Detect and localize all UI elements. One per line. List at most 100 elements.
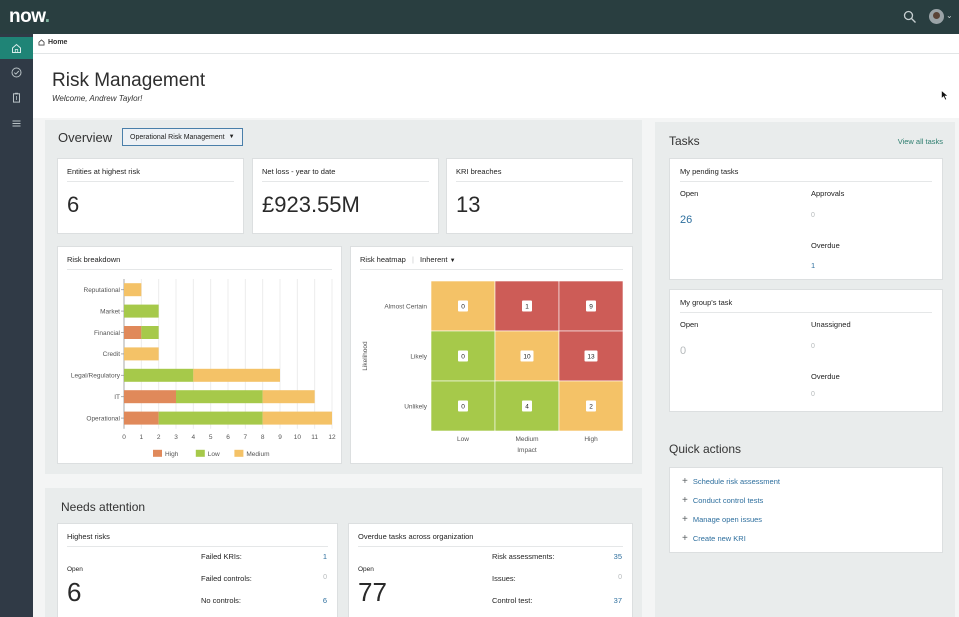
failed-kris-label: Failed KRIs: bbox=[201, 552, 242, 561]
legend-label: High bbox=[165, 451, 179, 458]
quick-action-manage-open-issues[interactable]: + Manage open issues bbox=[682, 514, 762, 525]
x-tick-label: 9 bbox=[278, 434, 282, 441]
my-pending-tasks-card: My pending tasks Open 26 Approvals 0 Ove… bbox=[669, 158, 943, 280]
plus-icon: + bbox=[682, 495, 688, 506]
quick-actions-title: Quick actions bbox=[669, 442, 742, 456]
metric-card-net-loss[interactable]: Net loss - year to date £923.55M bbox=[252, 158, 439, 234]
user-avatar[interactable] bbox=[929, 9, 944, 24]
heatmap-mode-dropdown[interactable]: Inherent ▼ bbox=[420, 255, 456, 264]
heatmap-row-label: Likely bbox=[410, 353, 427, 360]
mouse-cursor-icon bbox=[941, 90, 949, 101]
divider bbox=[360, 269, 623, 270]
my-group-tasks-card: My group's task Open 0 Unassigned 0 Over… bbox=[669, 289, 943, 412]
risk-heatmap-header: Risk heatmap | Inherent ▼ bbox=[360, 255, 456, 264]
caret-down-icon: ▼ bbox=[228, 134, 235, 140]
overdue-open-label: Open bbox=[358, 566, 374, 573]
search-icon[interactable] bbox=[903, 10, 917, 24]
x-tick-label: 5 bbox=[209, 434, 213, 441]
bar-segment-low bbox=[124, 304, 159, 318]
highest-open-value[interactable]: 6 bbox=[67, 577, 81, 608]
metric-value: 6 bbox=[67, 192, 80, 217]
bar-segment-high bbox=[124, 390, 176, 404]
overdue-tasks-title: Overdue tasks across organization bbox=[358, 532, 474, 541]
divider bbox=[358, 546, 623, 547]
heatmap-value: 0 bbox=[461, 403, 465, 410]
overdue-open-value[interactable]: 77 bbox=[358, 577, 387, 608]
overview-panel: Overview Operational Risk Management ▼ E… bbox=[45, 120, 642, 474]
bar-segment-medium bbox=[262, 390, 315, 404]
group-tasks-title: My group's task bbox=[680, 298, 733, 307]
heatmap-mode-value: Inherent bbox=[420, 255, 448, 264]
failed-controls-label: Failed controls: bbox=[201, 574, 252, 583]
failed-kris-value[interactable]: 1 bbox=[323, 552, 327, 561]
x-tick-label: 6 bbox=[226, 434, 230, 441]
pending-overdue-value[interactable]: 1 bbox=[811, 261, 815, 270]
legend-swatch-high bbox=[153, 449, 162, 457]
chevron-down-icon[interactable]: ⌄ bbox=[946, 11, 953, 20]
overdue-tasks-card: Overdue tasks across organization Open 7… bbox=[348, 523, 633, 617]
quick-action-create-new-kri[interactable]: + Create new KRI bbox=[682, 533, 746, 544]
quick-action-label: Schedule risk assessment bbox=[692, 477, 780, 486]
breadcrumb[interactable]: Home bbox=[38, 39, 67, 46]
risk-framework-dropdown[interactable]: Operational Risk Management ▼ bbox=[122, 128, 243, 146]
metric-value: 13 bbox=[456, 192, 481, 217]
heatmap-value: 13 bbox=[587, 353, 595, 360]
x-tick-label: 3 bbox=[174, 434, 178, 441]
welcome-message: Welcome, Andrew Taylor! bbox=[52, 94, 143, 103]
group-overdue-value[interactable]: 0 bbox=[811, 391, 815, 398]
issues-value[interactable]: 0 bbox=[618, 574, 622, 581]
divider bbox=[456, 181, 623, 182]
metric-value: £923.55M bbox=[262, 192, 360, 217]
y-category-label: Legal/Regulatory bbox=[71, 373, 121, 380]
metric-label: Entities at highest risk bbox=[67, 167, 140, 176]
check-circle-icon bbox=[11, 67, 22, 77]
x-tick-label: 7 bbox=[244, 434, 248, 441]
page-header: Risk Management Welcome, Andrew Taylor! bbox=[33, 54, 959, 118]
nav-menu-icon[interactable] bbox=[0, 112, 33, 134]
risk-heatmap-chart: Likelihood Almost Certain 0 1 9 Likely 0 10 13 Un… bbox=[362, 280, 624, 454]
pending-approvals-value[interactable]: 0 bbox=[811, 212, 815, 219]
app-window: now. ⌄ Home Risk Management Welcome, And… bbox=[0, 0, 959, 617]
heatmap-value: 0 bbox=[461, 353, 465, 360]
y-axis-title: Likelihood bbox=[362, 341, 369, 371]
bar-segment-medium bbox=[124, 283, 142, 297]
nav-approvals-icon[interactable] bbox=[0, 61, 33, 83]
dropdown-selected-value: Operational Risk Management bbox=[130, 133, 225, 141]
metric-card-entities[interactable]: Entities at highest risk 6 bbox=[57, 158, 244, 234]
overview-title: Overview bbox=[58, 130, 113, 145]
quick-action-conduct-control-tests[interactable]: + Conduct control tests bbox=[682, 495, 763, 506]
bar-segment-low bbox=[176, 390, 263, 404]
nav-clipboard-icon[interactable] bbox=[0, 86, 33, 108]
group-unassigned-value[interactable]: 0 bbox=[811, 343, 815, 350]
metric-card-kri-breaches[interactable]: KRI breaches 13 bbox=[446, 158, 633, 234]
y-category-label: Financial bbox=[94, 330, 121, 337]
heatmap-value: 4 bbox=[525, 403, 529, 410]
legend-label: Medium bbox=[246, 451, 269, 458]
needs-attention-panel: Needs attention Highest risks Open 6 Fai… bbox=[45, 488, 642, 617]
risk-breakdown-card: Risk breakdown 0 1 2 3 4 5 6 7 8 9 10 11 12 Reputatio… bbox=[57, 246, 342, 464]
heatmap-col-label: High bbox=[584, 436, 598, 443]
divider bbox=[680, 312, 932, 313]
pending-open-value[interactable]: 26 bbox=[680, 214, 692, 226]
divider bbox=[67, 181, 234, 182]
pending-overdue-label: Overdue bbox=[811, 241, 840, 250]
quick-action-label: Create new KRI bbox=[692, 534, 746, 543]
issues-label: Issues: bbox=[492, 574, 516, 583]
x-tick-label: 4 bbox=[192, 434, 196, 441]
now-logo[interactable]: now. bbox=[9, 6, 50, 28]
group-open-value[interactable]: 0 bbox=[680, 345, 686, 357]
plus-icon: + bbox=[682, 533, 688, 544]
quick-actions-card: + Schedule risk assessment + Conduct contr… bbox=[669, 467, 943, 553]
breadcrumb-home[interactable]: Home bbox=[48, 39, 67, 46]
quick-action-schedule-risk-assessment[interactable]: + Schedule risk assessment bbox=[682, 476, 780, 487]
view-all-tasks-link[interactable]: View all tasks bbox=[898, 137, 943, 146]
nav-home-icon[interactable] bbox=[0, 37, 33, 59]
failed-controls-value[interactable]: 0 bbox=[323, 574, 327, 581]
no-controls-value[interactable]: 6 bbox=[323, 596, 327, 605]
risk-assessments-value[interactable]: 35 bbox=[614, 552, 622, 561]
control-test-value[interactable]: 37 bbox=[614, 596, 622, 605]
heatmap-row-label: Almost Certain bbox=[384, 303, 427, 310]
bar-segment-medium bbox=[262, 411, 332, 425]
x-tick-label: 1 bbox=[140, 434, 144, 441]
y-category-label: IT bbox=[114, 394, 120, 401]
